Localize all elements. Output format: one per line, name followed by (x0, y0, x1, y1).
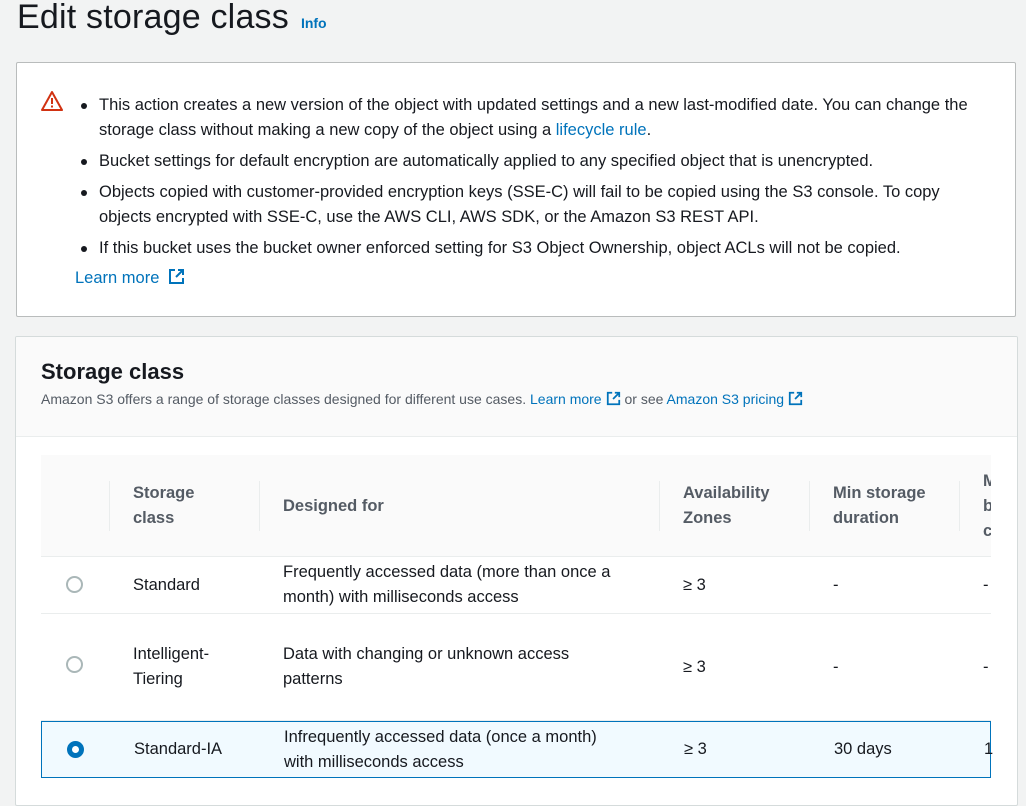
external-link-icon (788, 391, 803, 406)
cell-min-storage-duration: - (833, 575, 839, 594)
alert-bullet: This action creates a new version of the… (75, 93, 995, 143)
alert-learn-more[interactable]: Learn more (75, 268, 185, 288)
storage-class-panel: Storage class Amazon S3 offers a range o… (15, 336, 1018, 806)
cell-designed-for: Data with changing or unknown access pat… (283, 645, 570, 688)
page-header: Edit storage class Info (17, 0, 327, 37)
table-header: Storage class Designed for Availability … (41, 455, 991, 557)
table-row[interactable]: Standard Frequently accessed data (more … (41, 557, 991, 614)
cell-availability-zones: ≥ 3 (683, 657, 706, 676)
cell-min-storage-duration: 30 days (834, 740, 892, 758)
cell-truncated: - (983, 575, 989, 594)
cell-truncated: 1 (984, 740, 994, 758)
column-header-storage-class: Storage class (109, 455, 259, 557)
radio-button-selected[interactable] (67, 740, 84, 758)
alert-bullet-list: This action creates a new version of the… (75, 93, 995, 267)
learn-more-link[interactable]: Learn more (75, 269, 159, 287)
cell-storage-class: Standard-IA (134, 740, 223, 758)
radio-button[interactable] (66, 576, 83, 593)
cell-truncated: - (983, 657, 989, 676)
panel-header: Storage class Amazon S3 offers a range o… (16, 337, 1017, 437)
external-link-icon (606, 391, 620, 406)
cell-availability-zones: ≥ 3 (684, 740, 707, 758)
alert-bullet: If this bucket uses the bucket owner enf… (75, 236, 995, 261)
cell-designed-for: Frequently accessed data (more than once… (283, 563, 611, 606)
external-link-icon (168, 269, 184, 284)
learn-more-link[interactable]: Learn more (530, 391, 602, 407)
cell-min-storage-duration: - (833, 657, 839, 676)
column-header-truncated: M b c (959, 455, 999, 557)
page-title: Edit storage class (17, 0, 289, 36)
alert-bullet: Objects copied with customer-provided en… (75, 180, 995, 230)
cell-storage-class: Intelligent-Tiering (133, 645, 210, 688)
lifecycle-rule-link[interactable]: lifecycle rule (556, 121, 647, 139)
warning-alert: This action creates a new version of the… (16, 62, 1016, 317)
storage-class-table: Storage class Designed for Availability … (41, 455, 994, 778)
panel-description: Amazon S3 offers a range of storage clas… (41, 391, 992, 407)
info-link[interactable]: Info (301, 15, 327, 31)
table-row[interactable]: Intelligent-Tiering Data with changing o… (41, 614, 991, 721)
cell-storage-class: Standard (133, 575, 200, 594)
table-row-selected[interactable]: Standard-IA Infrequently accessed data (… (41, 721, 994, 778)
radio-button[interactable] (66, 656, 83, 673)
warning-icon (41, 91, 63, 111)
column-header-designed-for: Designed for (259, 455, 659, 557)
cell-designed-for: Infrequently accessed data (once a month… (284, 727, 597, 771)
column-header-availability-zones: Availability Zones (659, 455, 809, 557)
panel-title: Storage class (41, 359, 185, 384)
alert-bullet: Bucket settings for default encryption a… (75, 149, 995, 174)
cell-availability-zones: ≥ 3 (683, 575, 706, 594)
pricing-link[interactable]: Amazon S3 pricing (667, 391, 785, 407)
column-header-min-storage-duration: Min storage duration (809, 455, 959, 557)
